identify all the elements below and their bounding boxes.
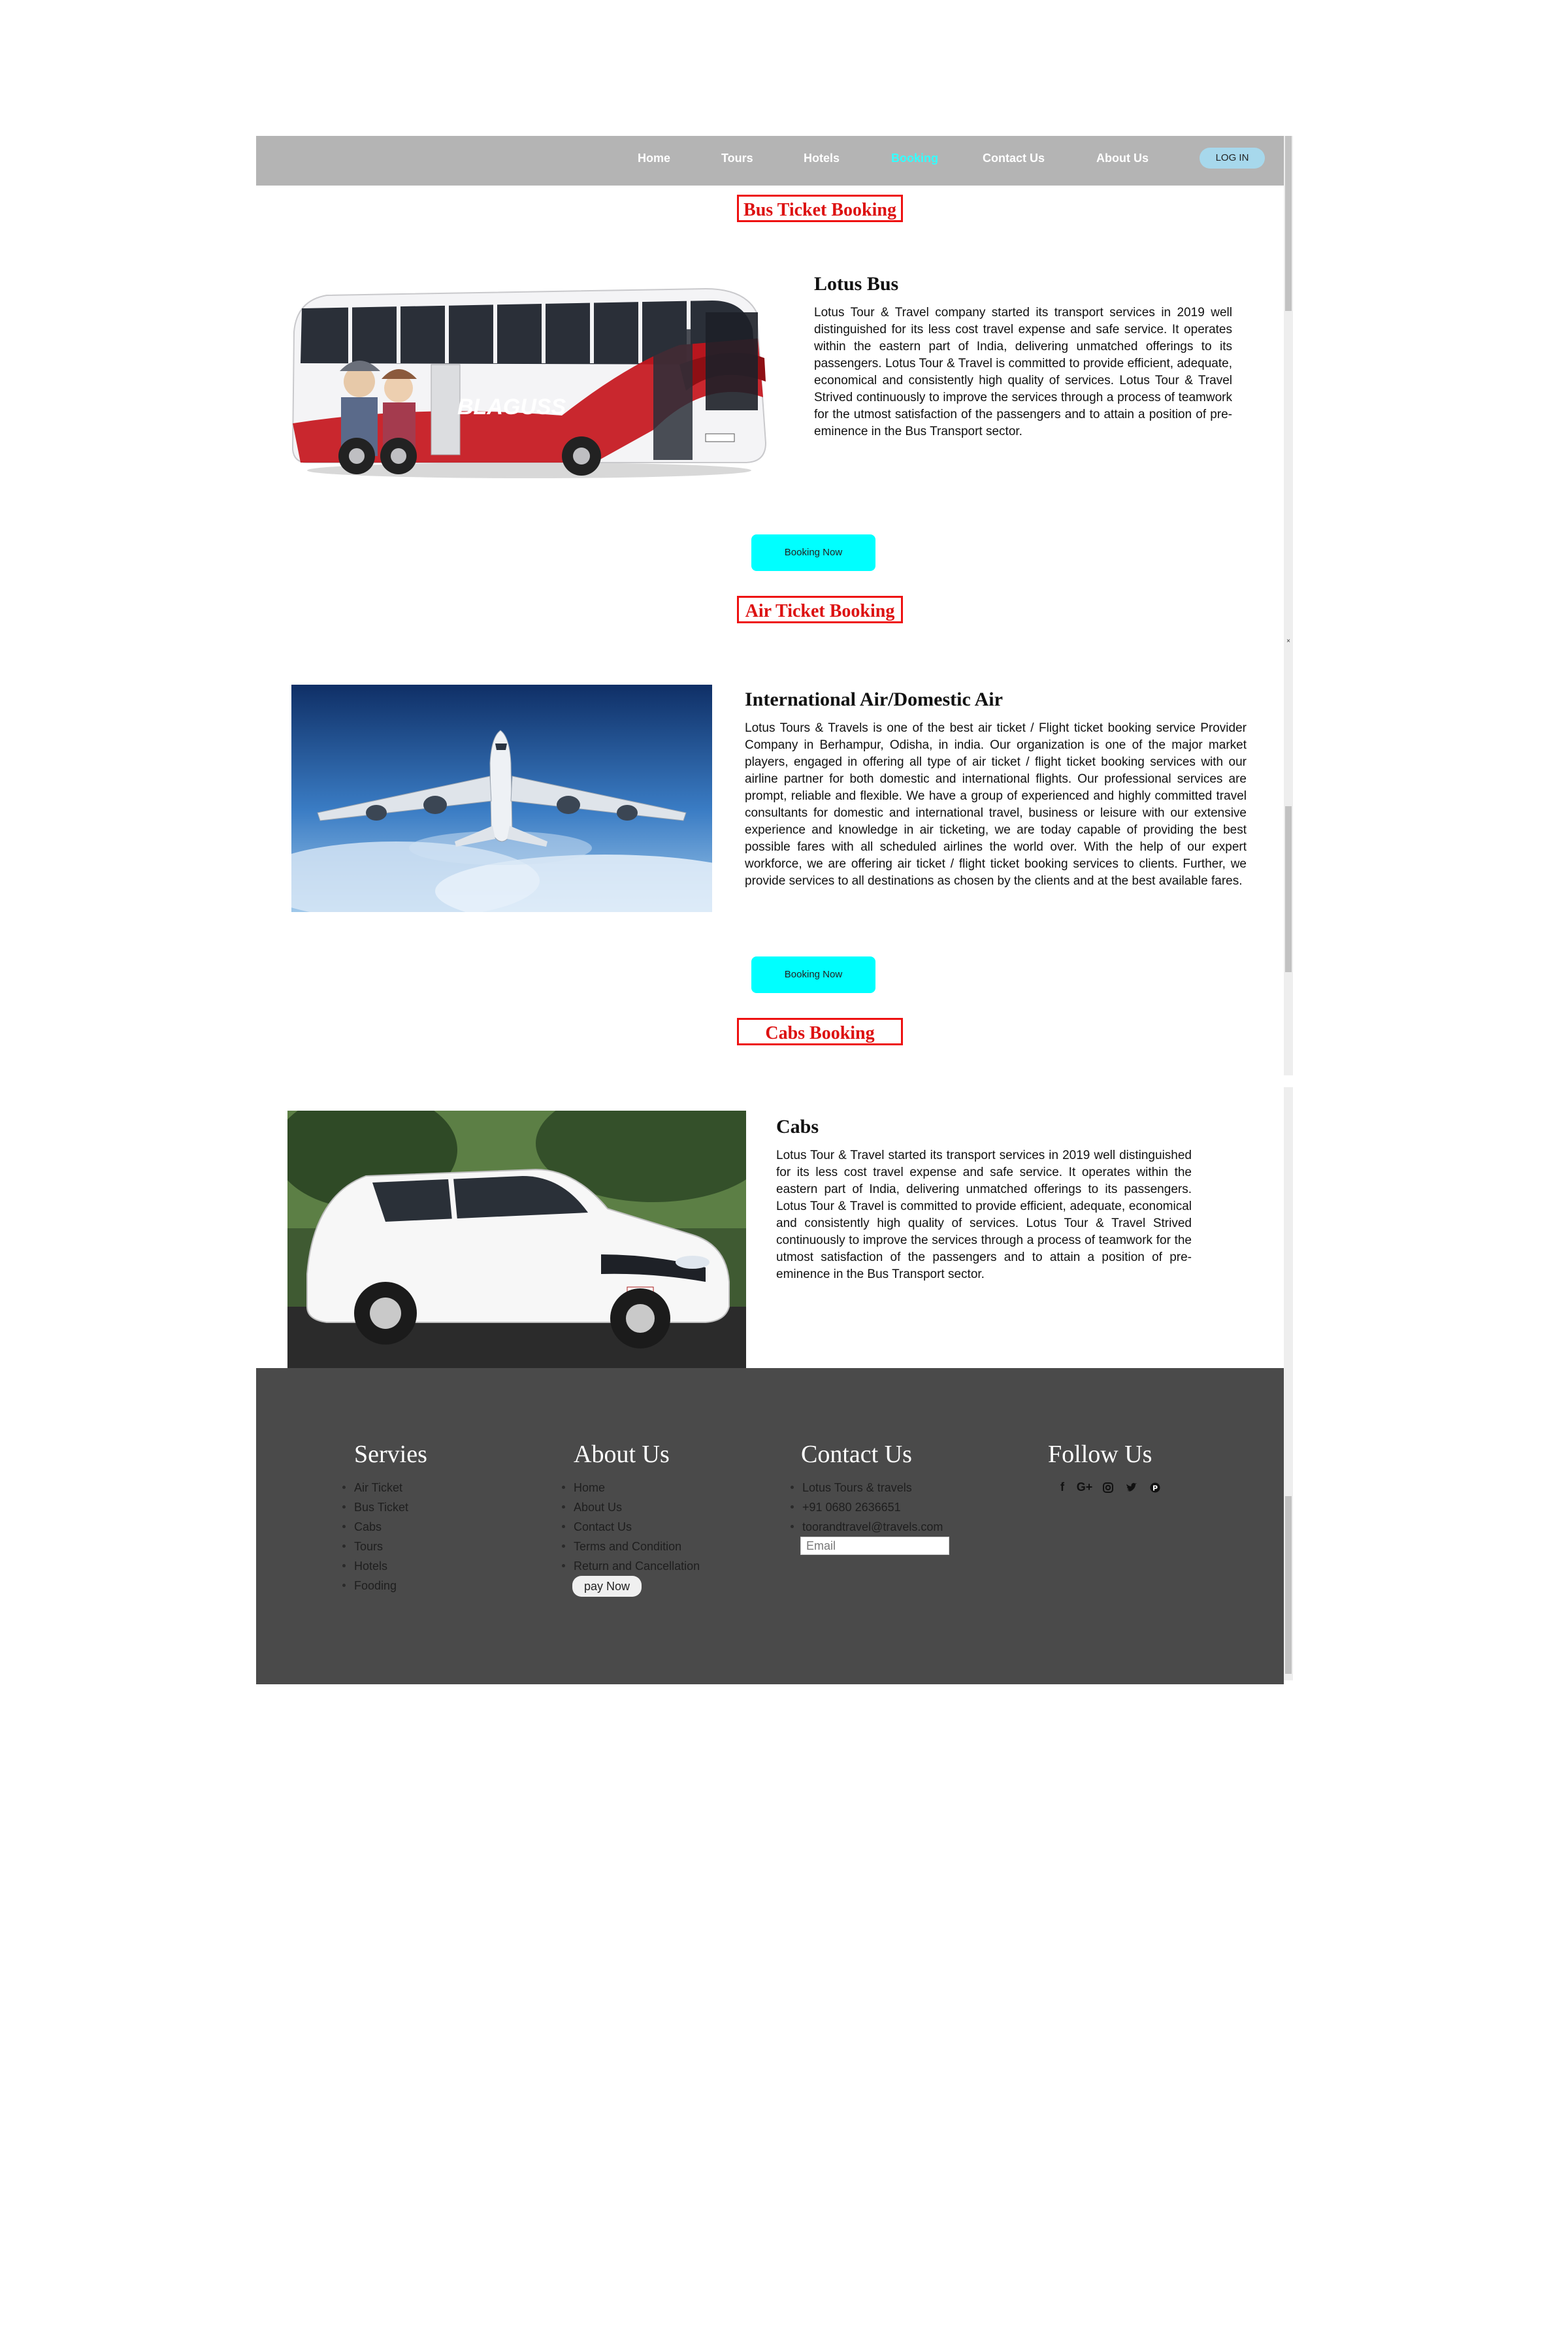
footer-link-air-ticket[interactable]: Air Ticket [342,1478,408,1497]
nav-about-us[interactable]: About Us [1096,152,1149,165]
pay-now-button[interactable]: pay Now [572,1576,642,1597]
footer-link-bus-ticket[interactable]: Bus Ticket [342,1497,408,1517]
footer-follow-title: Follow Us [1048,1441,1152,1468]
instagram-icon[interactable] [1099,1478,1117,1496]
bus-brand-text: BLAGUSS [457,395,566,419]
cabs-section-title: Cabs Booking [737,1018,903,1045]
scrollbar[interactable]: × [1284,136,1293,1680]
air-section-title: Air Ticket Booking [737,596,903,623]
footer-services-list: Air Ticket Bus Ticket Cabs Tours Hotels … [342,1478,408,1595]
footer-link-cabs[interactable]: Cabs [342,1517,408,1537]
nav-booking[interactable]: Booking [891,152,938,165]
plane-illustration [291,685,712,912]
scroll-arrow-icon[interactable]: × [1284,638,1292,645]
footer-contact-title: Contact Us [801,1441,912,1468]
footer-link-fooding[interactable]: Fooding [342,1576,408,1595]
pinterest-icon[interactable]: P [1146,1478,1164,1496]
footer-contact-phone: +91 0680 2636651 [790,1497,943,1517]
footer-link-tours[interactable]: Tours [342,1537,408,1556]
footer-contact-company: Lotus Tours & travels [790,1478,943,1497]
cab-image [287,1111,746,1368]
google-plus-icon[interactable]: G+ [1075,1478,1094,1496]
nav-home[interactable]: Home [638,152,670,165]
scrollbar-thumb-top[interactable] [1285,136,1292,311]
scrollbar-thumb-middle[interactable] [1285,806,1292,972]
footer-contact-list: Lotus Tours & travels +91 0680 2636651 t… [790,1478,943,1537]
login-button[interactable]: LOG IN [1200,148,1265,169]
svg-text:P: P [1152,1484,1158,1493]
air-booking-button[interactable]: Booking Now [751,956,875,993]
footer-link-about-us[interactable]: About Us [561,1497,700,1517]
footer: Servies Air Ticket Bus Ticket Cabs Tours… [256,1368,1284,1684]
footer-contact-email[interactable]: toorandtravel@travels.com [790,1517,943,1537]
nav-hotels[interactable]: Hotels [804,152,840,165]
scrollbar-thumb-bottom[interactable] [1285,1496,1292,1674]
scrollbar-gap [1284,1075,1293,1087]
footer-link-hotels[interactable]: Hotels [342,1556,408,1576]
bus-image: BLAGUSS [287,267,779,482]
navbar: Home Tours Hotels Booking Contact Us Abo… [256,136,1284,186]
footer-link-contact-us[interactable]: Contact Us [561,1517,700,1537]
email-field[interactable] [800,1537,949,1555]
cabs-description: Lotus Tour & Travel started its transpor… [776,1149,1192,1281]
nav-contact-us[interactable]: Contact Us [983,152,1045,165]
facebook-icon[interactable]: f [1053,1478,1071,1496]
page-frame: Home Tours Hotels Booking Contact Us Abo… [256,136,1293,1684]
air-description: Lotus Tours & Travels is one of the best… [745,721,1247,888]
bus-booking-button[interactable]: Booking Now [751,534,875,571]
footer-link-terms[interactable]: Terms and Condition [561,1537,700,1556]
bus-section-title: Bus Ticket Booking [737,195,903,222]
nav-tours[interactable]: Tours [721,152,753,165]
footer-link-home[interactable]: Home [561,1478,700,1497]
cab-illustration [287,1111,746,1368]
footer-about-title: About Us [574,1441,670,1468]
footer-services-title: Servies [354,1441,427,1468]
footer-link-return-cancellation[interactable]: Return and Cancellation [561,1556,700,1576]
plane-image [291,685,712,912]
bus-illustration: BLAGUSS [291,287,767,478]
air-heading: International Air/Domestic Air [745,689,1003,710]
cabs-heading: Cabs [776,1116,819,1137]
bus-heading: Lotus Bus [814,273,899,295]
footer-about-list: Home About Us Contact Us Terms and Condi… [561,1478,700,1576]
bus-description: Lotus Tour & Travel company started its … [814,306,1232,438]
twitter-icon[interactable] [1122,1478,1141,1496]
